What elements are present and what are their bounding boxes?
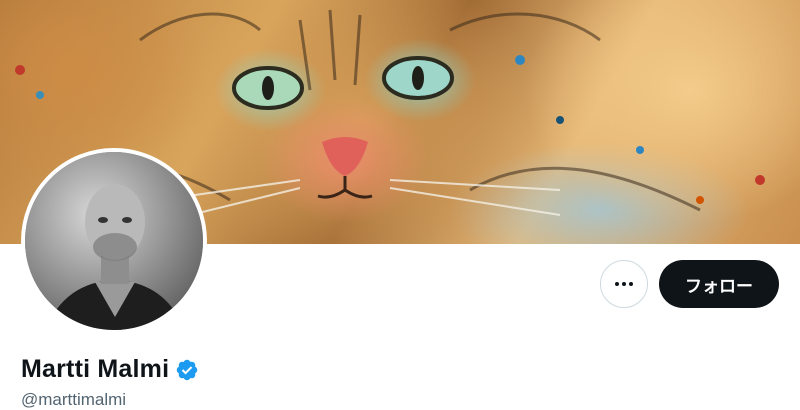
verified-badge-icon[interactable]	[175, 358, 199, 382]
more-options-button[interactable]	[600, 260, 648, 308]
more-options-icon	[615, 282, 633, 286]
profile-handle: @marttimalmi	[21, 390, 127, 409]
follow-button[interactable]: フォロー	[659, 260, 779, 308]
avatar[interactable]	[21, 148, 207, 334]
display-name: Martti Malmi	[21, 355, 170, 383]
profile-name-row: Martti Malmi	[21, 355, 199, 384]
profile-photo	[25, 152, 203, 330]
